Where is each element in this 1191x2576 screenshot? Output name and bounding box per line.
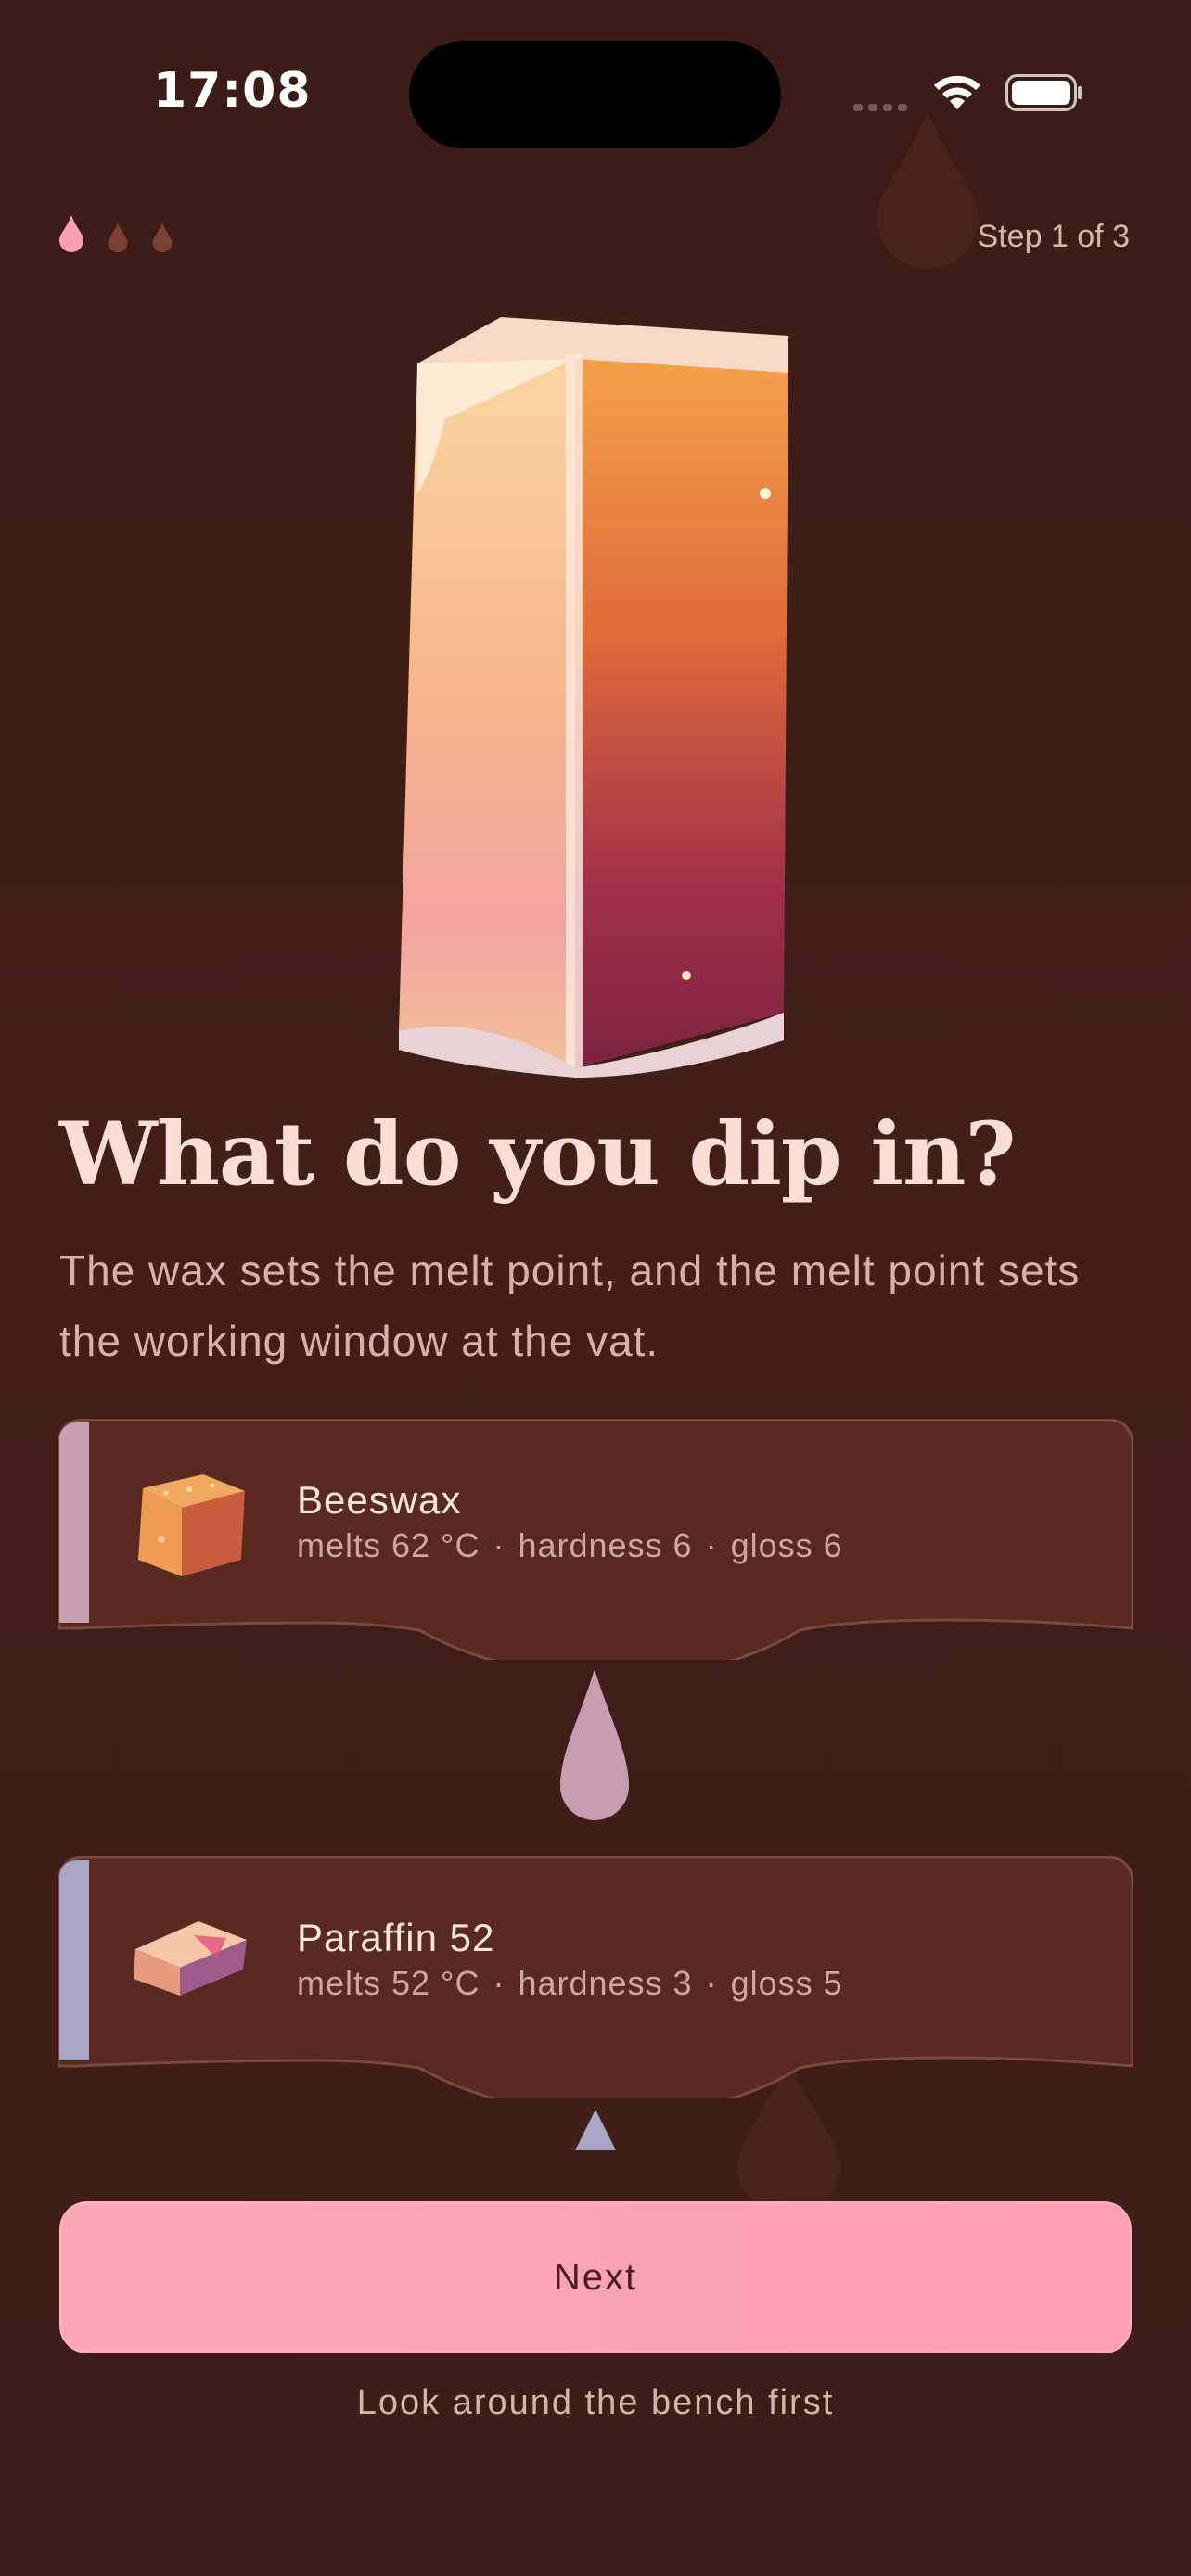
option-card-paraffin-52[interactable]: Paraffin 52 melts 52 °C · hardness 3 · gloss… xyxy=(58,1856,1133,2098)
option-stats: melts 52 °C · hardness 3 · gloss 5 xyxy=(297,1964,843,2002)
hardness: hardness 3 xyxy=(518,1964,693,2002)
drop-icon xyxy=(59,215,83,252)
next-button-label: Next xyxy=(553,2256,638,2298)
wifi-icon xyxy=(934,75,980,109)
melt-point: melts 52 °C xyxy=(297,1964,480,2002)
drop-icon xyxy=(108,223,128,252)
wax-block-illustration xyxy=(399,317,788,1078)
card-accent-bar xyxy=(59,1422,89,1623)
drop-icon xyxy=(152,223,173,252)
beeswax-thumbnail xyxy=(138,1474,245,1576)
option-name: Beeswax xyxy=(297,1478,462,1522)
triangle-pointer-icon xyxy=(575,2110,616,2150)
option-name: Paraffin 52 xyxy=(297,1916,495,1959)
page-title: What do you dip in? xyxy=(59,1103,1017,1205)
card-accent-bar xyxy=(59,1860,89,2060)
hardness: hardness 6 xyxy=(518,1526,693,1564)
option-stats: melts 62 °C · hardness 6 · gloss 6 xyxy=(297,1526,843,1564)
step-indicator xyxy=(59,215,173,252)
look-around-link[interactable]: Look around the bench first xyxy=(0,2383,1191,2423)
gloss: gloss 6 xyxy=(730,1526,843,1564)
next-button[interactable]: Next xyxy=(59,2201,1132,2353)
page-subtitle: The wax sets the melt point, and the mel… xyxy=(59,1246,1081,1365)
battery-icon xyxy=(1005,74,1082,111)
melt-point: melts 62 °C xyxy=(297,1526,480,1564)
status-time: 17:08 xyxy=(153,63,312,119)
step-label: Step 1 of 3 xyxy=(977,219,1130,254)
gloss: gloss 5 xyxy=(730,1964,843,2002)
cellular-signal-icon xyxy=(853,104,907,111)
decorative-drop-icon xyxy=(877,111,979,269)
dynamic-island xyxy=(409,41,781,148)
option-card-beeswax[interactable]: Beeswax melts 62 °C · hardness 6 · gloss 6 xyxy=(58,1419,1133,1660)
paraffin-thumbnail xyxy=(134,1921,247,1996)
drop-connector-icon xyxy=(560,1669,629,1820)
